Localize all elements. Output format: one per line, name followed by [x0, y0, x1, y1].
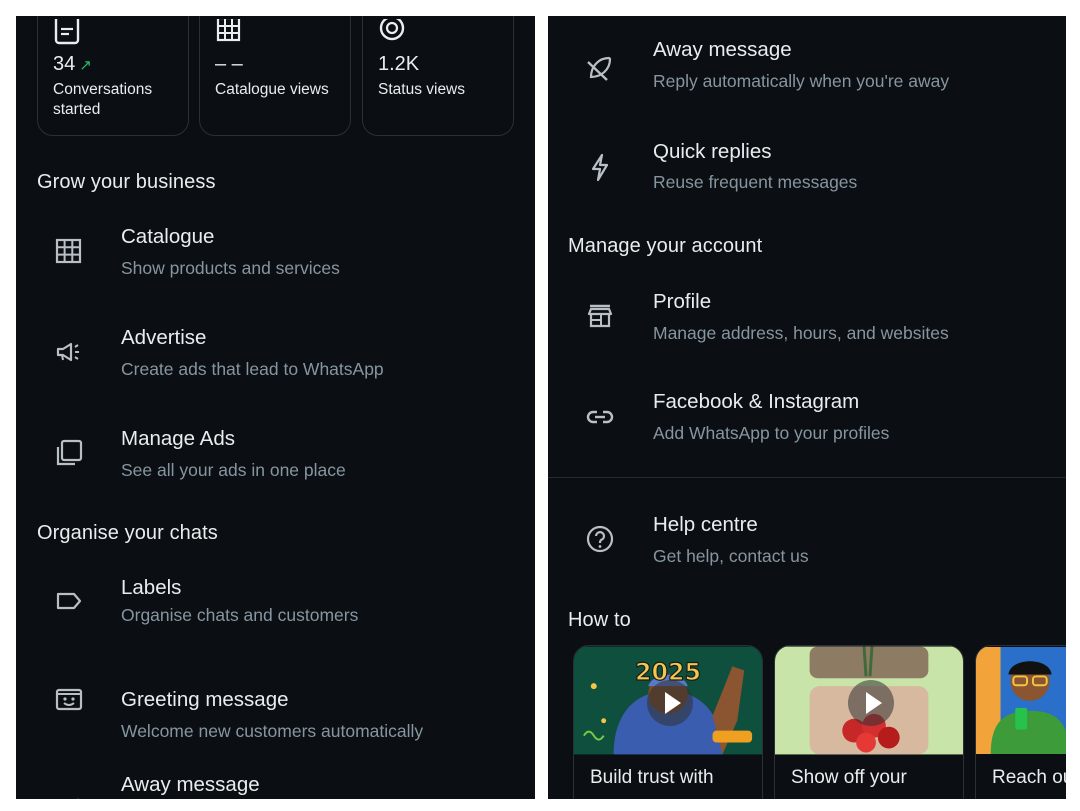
row-title: Profile	[653, 290, 712, 313]
divider	[548, 477, 1066, 478]
stat-card-status-views[interactable]: 1.2K Status views	[362, 16, 514, 136]
stat-value: – –	[215, 53, 243, 75]
stat-label: Conversations started	[53, 81, 153, 118]
document-icon	[52, 16, 82, 49]
stat-label: Catalogue views	[215, 81, 329, 98]
stat-label: Status views	[378, 81, 466, 98]
row-title: Help centre	[653, 513, 758, 536]
store-icon	[585, 301, 615, 331]
grid-icon	[214, 16, 244, 49]
quick-replies-row[interactable]: Quick replies Reuse frequent messages	[548, 127, 1066, 211]
greeting-icon	[54, 684, 84, 714]
row-subtitle: Organise chats and customers	[121, 605, 359, 625]
video-caption: Build trust with	[590, 767, 714, 788]
row-title: Advertise	[121, 326, 207, 349]
away-icon	[54, 795, 84, 799]
advertise-row[interactable]: Advertise Create ads that lead to WhatsA…	[16, 313, 535, 397]
row-subtitle: Manage address, hours, and websites	[653, 323, 949, 343]
row-title: Catalogue	[121, 225, 215, 248]
section-title-grow: Grow your business	[37, 171, 216, 193]
row-subtitle: Add WhatsApp to your profiles	[653, 423, 890, 443]
trend-up-icon: ↗	[79, 57, 92, 74]
video-caption: Show off your	[791, 767, 907, 788]
lightning-icon	[585, 152, 615, 182]
row-subtitle: Welcome new customers automatically	[121, 721, 424, 741]
section-title-how-to: How to	[568, 609, 631, 631]
profile-row[interactable]: Profile Manage address, hours, and websi…	[548, 277, 1066, 361]
megaphone-icon	[54, 337, 84, 367]
catalogue-icon	[54, 236, 84, 266]
row-subtitle: See all your ads in one place	[121, 460, 346, 480]
manage-ads-row[interactable]: Manage Ads See all your ads in one place	[16, 414, 535, 498]
stat-value: 1.2K	[378, 53, 420, 75]
row-title: Quick replies	[653, 140, 772, 163]
stat-card-conversations[interactable]: 34 ↗ Conversations started	[37, 16, 189, 136]
play-button[interactable]	[647, 680, 693, 726]
greeting-message-row[interactable]: Greeting message Welcome new customers a…	[16, 660, 535, 744]
video-card-build-trust[interactable]: 2025 Build trust with	[573, 645, 763, 799]
labels-row[interactable]: Labels Organise chats and customers	[16, 563, 535, 647]
row-subtitle: Get help, contact us	[653, 546, 809, 566]
row-subtitle: Create ads that lead to WhatsApp	[121, 359, 384, 379]
manage-ads-icon	[54, 438, 84, 468]
stat-value: 34 ↗	[53, 53, 92, 75]
section-title-organise: Organise your chats	[37, 522, 218, 544]
catalogue-row[interactable]: Catalogue Show products and services	[16, 212, 535, 296]
section-title-account: Manage your account	[568, 235, 763, 257]
row-subtitle: Reuse frequent messages	[653, 172, 858, 192]
row-title: Labels	[121, 576, 182, 599]
help-centre-row[interactable]: Help centre Get help, contact us	[548, 501, 1066, 585]
link-icon	[585, 402, 615, 432]
row-title: Greeting message	[121, 688, 289, 711]
away-message-row[interactable]: Away message	[16, 761, 535, 799]
play-button[interactable]	[848, 680, 894, 726]
facebook-instagram-row[interactable]: Facebook & Instagram Add WhatsApp to you…	[548, 378, 1066, 462]
row-subtitle: Show products and services	[121, 258, 340, 278]
status-icon	[377, 16, 407, 49]
video-thumbnail-illustration	[976, 646, 1066, 755]
away-message-row[interactable]: Away message Reply automatically when yo…	[548, 26, 1066, 110]
right-screen: Away message Reply automatically when yo…	[548, 16, 1066, 799]
row-subtitle: Reply automatically when you're away	[653, 71, 950, 91]
row-title: Facebook & Instagram	[653, 390, 860, 413]
row-title: Away message	[653, 38, 792, 61]
video-card-reach[interactable]: Reach ou	[975, 645, 1066, 799]
label-icon	[54, 586, 84, 616]
help-icon	[585, 524, 615, 554]
away-icon	[585, 53, 615, 83]
video-caption: Reach ou	[992, 767, 1066, 788]
row-title: Away message	[121, 773, 260, 796]
stat-card-catalogue-views[interactable]: – – Catalogue views	[199, 16, 351, 136]
video-card-show-off[interactable]: Show off your	[774, 645, 964, 799]
row-title: Manage Ads	[121, 427, 235, 450]
left-screen: 34 ↗ Conversations started – – Catalogue …	[16, 16, 535, 799]
